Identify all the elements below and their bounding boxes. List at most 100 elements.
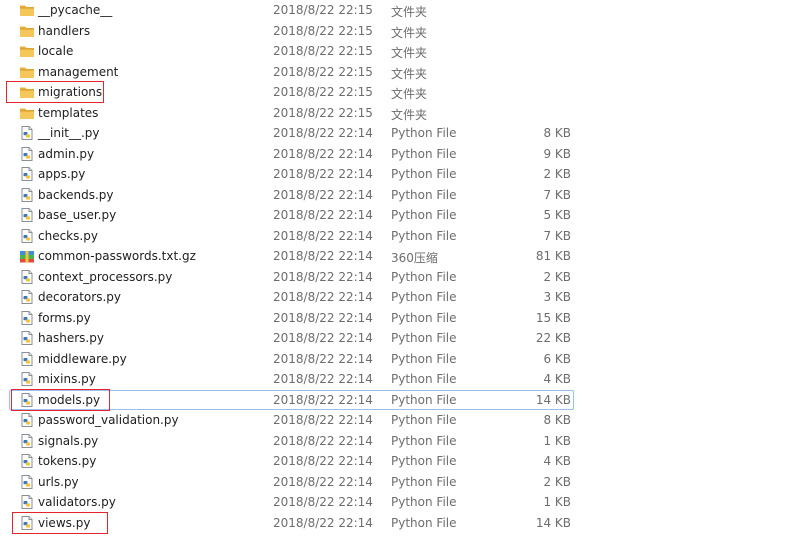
file-type: Python File (391, 146, 457, 161)
file-name: context_processors.py (38, 269, 173, 284)
file-size: 15 KB (535, 310, 571, 325)
file-row[interactable]: common-passwords.txt.gz 2018/8/22 22:14 36… (0, 246, 800, 266)
file-size: 1 KB (543, 495, 571, 509)
python-file-icon (19, 207, 35, 223)
file-date-modified: 2018/8/22 22:14 (273, 454, 373, 468)
file-date-modified: 2018/8/22 22:14 (273, 372, 373, 386)
file-date-modified: 2018/8/22 22:14 (273, 208, 373, 222)
file-row[interactable]: apps.py 2018/8/22 22:14 Python File 2 KB (0, 164, 800, 184)
file-row[interactable]: views.py 2018/8/22 22:14 Python File 14 KB (0, 513, 800, 533)
file-date-modified: 2018/8/22 22:15 (273, 64, 373, 79)
file-size: 22 KB (535, 331, 571, 345)
file-type: 文件夹 (391, 107, 428, 122)
file-row[interactable]: context_processors.py 2018/8/22 22:14 Pyth… (0, 267, 800, 287)
file-date-modified: 2018/8/22 22:14 (273, 392, 373, 407)
file-type: Python File (391, 372, 457, 386)
file-row[interactable]: migrations 2018/8/22 22:15 文件夹 (0, 82, 800, 102)
file-type: Python File (391, 269, 457, 284)
file-row[interactable]: admin.py 2018/8/22 22:14 Python File 9 KB (0, 144, 800, 164)
file-date-modified: 2018/8/22 22:14 (273, 495, 373, 509)
folder-icon (19, 23, 35, 39)
file-row[interactable]: __pycache__ 2018/8/22 22:15 文件夹 (0, 0, 800, 20)
file-size: 8 KB (543, 126, 571, 140)
file-type: 360压缩 (391, 251, 438, 265)
file-size: 14 KB (535, 392, 571, 407)
file-type: Python File (391, 495, 457, 509)
file-name: forms.py (38, 310, 91, 325)
file-row[interactable]: handlers 2018/8/22 22:15 文件夹 (0, 21, 800, 41)
file-type: Python File (391, 474, 457, 489)
file-row[interactable]: middleware.py 2018/8/22 22:14 Python File 6… (0, 349, 800, 369)
file-row[interactable]: urls.py 2018/8/22 22:14 Python File 2 KB (0, 472, 800, 492)
file-date-modified: 2018/8/22 22:14 (273, 290, 373, 304)
file-name: management (38, 64, 119, 79)
file-size: 6 KB (543, 351, 571, 366)
file-row[interactable]: models.py 2018/8/22 22:14 Python File 14 KB (0, 389, 800, 410)
file-date-modified: 2018/8/22 22:14 (273, 249, 373, 263)
file-name: signals.py (38, 433, 99, 448)
file-type: Python File (391, 433, 457, 448)
file-row[interactable]: decorators.py 2018/8/22 22:14 Python File 3… (0, 287, 800, 307)
file-size: 3 KB (543, 290, 571, 304)
file-type: Python File (391, 126, 457, 140)
file-type: Python File (391, 351, 457, 366)
file-row[interactable]: mixins.py 2018/8/22 22:14 Python File 4 KB (0, 369, 800, 389)
python-file-icon (19, 289, 35, 305)
file-type: Python File (391, 392, 457, 407)
file-date-modified: 2018/8/22 22:14 (273, 310, 373, 325)
file-date-modified: 2018/8/22 22:15 (273, 105, 373, 120)
file-name: common-passwords.txt.gz (38, 249, 196, 263)
file-name: admin.py (38, 146, 95, 161)
file-date-modified: 2018/8/22 22:14 (273, 433, 373, 448)
file-row[interactable]: password_validation.py 2018/8/22 22:14 Pyt… (0, 410, 800, 430)
file-name: __pycache__ (38, 3, 113, 17)
file-name: locale (38, 44, 74, 58)
file-name: backends.py (38, 187, 114, 202)
file-name: templates (38, 105, 99, 120)
archive-icon (19, 248, 35, 264)
python-file-icon (19, 228, 35, 244)
file-type: Python File (391, 290, 457, 304)
file-row[interactable]: forms.py 2018/8/22 22:14 Python File 15 KB (0, 308, 800, 328)
file-row[interactable]: templates 2018/8/22 22:15 文件夹 (0, 103, 800, 123)
file-name: mixins.py (38, 372, 96, 386)
file-size: 2 KB (543, 474, 571, 489)
file-date-modified: 2018/8/22 22:15 (273, 23, 373, 38)
file-row[interactable]: validators.py 2018/8/22 22:14 Python File 1… (0, 492, 800, 512)
file-name: urls.py (38, 474, 79, 489)
python-file-icon (19, 371, 35, 387)
file-row[interactable]: hashers.py 2018/8/22 22:14 Python File 22 K… (0, 328, 800, 348)
file-type: Python File (391, 167, 457, 181)
file-row[interactable]: backends.py 2018/8/22 22:14 Python File 7 K… (0, 185, 800, 205)
file-date-modified: 2018/8/22 22:15 (273, 3, 373, 17)
python-file-icon (19, 351, 35, 367)
file-date-modified: 2018/8/22 22:14 (273, 167, 373, 181)
file-row[interactable]: __init__.py 2018/8/22 22:14 Python File 8 K… (0, 123, 800, 143)
file-date-modified: 2018/8/22 22:14 (273, 515, 373, 530)
python-file-icon (19, 187, 35, 203)
file-row[interactable]: locale 2018/8/22 22:15 文件夹 (0, 41, 800, 61)
file-type: Python File (391, 331, 457, 345)
file-date-modified: 2018/8/22 22:14 (273, 474, 373, 489)
file-size: 4 KB (543, 372, 571, 386)
file-row[interactable]: signals.py 2018/8/22 22:14 Python File 1 KB (0, 431, 800, 451)
file-type: 文件夹 (391, 46, 428, 60)
file-date-modified: 2018/8/22 22:15 (273, 44, 373, 58)
file-row[interactable]: tokens.py 2018/8/22 22:14 Python File 4 KB (0, 451, 800, 471)
file-type: Python File (391, 208, 457, 222)
file-row[interactable]: checks.py 2018/8/22 22:14 Python File 7 KB (0, 226, 800, 246)
file-date-modified: 2018/8/22 22:14 (273, 331, 373, 345)
file-name: base_user.py (38, 208, 117, 222)
file-date-modified: 2018/8/22 22:14 (273, 126, 373, 140)
file-size: 1 KB (543, 433, 571, 448)
file-type: 文件夹 (391, 25, 428, 40)
annotation-highlight-box (6, 81, 104, 103)
file-type: 文件夹 (391, 66, 428, 81)
file-size: 4 KB (543, 454, 571, 468)
file-type: 文件夹 (391, 87, 428, 101)
file-row[interactable]: base_user.py 2018/8/22 22:14 Python File 5 … (0, 205, 800, 225)
file-size: 2 KB (543, 167, 571, 181)
file-row[interactable]: management 2018/8/22 22:15 文件夹 (0, 62, 800, 82)
folder-icon (19, 64, 35, 80)
file-type: Python File (391, 310, 457, 325)
